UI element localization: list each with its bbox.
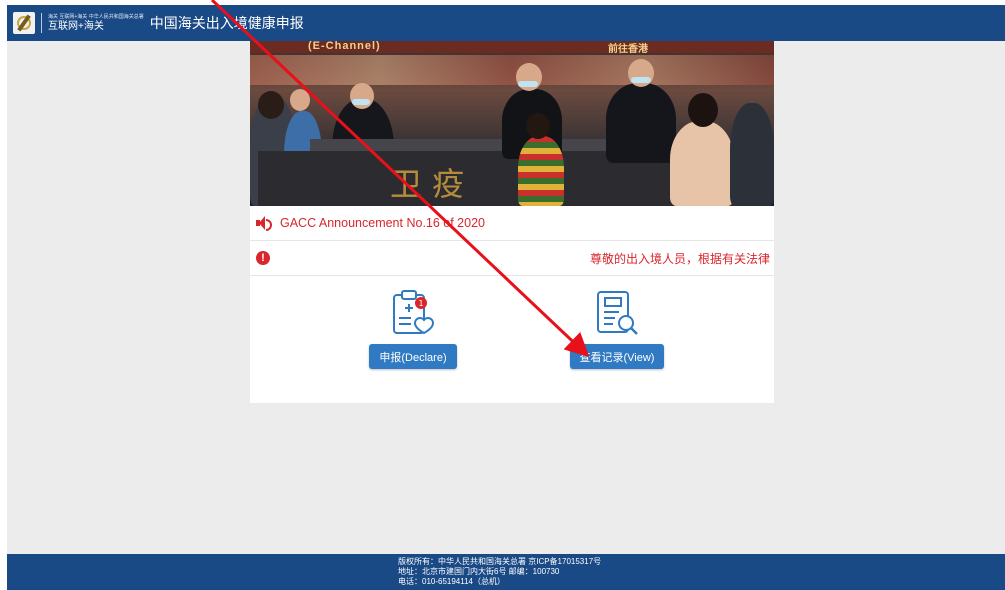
banner-head [290, 89, 310, 111]
banner-head [350, 83, 374, 109]
banner-emblem-text: 卫 疫 [390, 165, 465, 203]
banner-mask [352, 99, 370, 105]
declare-action: 1 申报(Declare) [353, 288, 473, 369]
announcement-link[interactable]: GACC Announcement No.16 of 2020 [280, 216, 485, 230]
footer-phone: 电话：010-65194114（总机） [398, 577, 506, 586]
page-title: 中国海关出入境健康申报 [149, 15, 304, 31]
logo-sub-text: 互联网+海关 [48, 21, 104, 32]
banner-person [518, 136, 564, 206]
notice-bar: ! 尊敬的出入境人员，根据有关法律 [250, 241, 774, 276]
banner-mask [631, 77, 651, 83]
speaker-icon [256, 216, 272, 231]
logo-divider [41, 13, 42, 33]
footer: 版权所有：中华人民共和国海关总署 京ICP备17015317号 地址：北京市建国… [7, 554, 1005, 590]
banner-sign-text: (E-Channel) [308, 41, 381, 52]
customs-emblem-icon [13, 12, 35, 34]
footer-copyright: 版权所有：中华人民共和国海关总署 京ICP备17015317号 [398, 557, 602, 566]
banner-person [670, 121, 734, 206]
banner-image: (E-Channel) 前往香港 卫 疫 [250, 41, 774, 206]
health-declare-icon: 1 [393, 290, 435, 335]
view-action: 查看记录(View) [557, 288, 677, 369]
banner-mask [518, 81, 538, 87]
svg-text:1: 1 [418, 299, 423, 308]
logo-small-text: 海关 互联网+海关 中华人民共和国海关总署 [48, 14, 144, 20]
footer-address: 地址：北京市建国门内大街6号 邮编：100730 [398, 567, 560, 576]
scrolling-notice-text: 尊敬的出入境人员，根据有关法律 [589, 251, 770, 266]
declare-button[interactable]: 申报(Declare) [369, 344, 457, 369]
banner-head [258, 91, 284, 119]
banner-head [526, 113, 550, 139]
banner-person [606, 83, 676, 163]
banner-person [730, 103, 774, 206]
action-panel: 1 申报(Declare) 查看记录(View) [250, 276, 774, 403]
alert-icon: ! [256, 251, 270, 265]
banner-head [688, 93, 718, 127]
page: 海关 互联网+海关 中华人民共和国海关总署 互联网+海关 中国海关出入境健康申报… [7, 5, 1005, 590]
announcement-bar[interactable]: GACC Announcement No.16 of 2020 [250, 206, 774, 241]
banner-shops [250, 55, 774, 85]
top-header: 海关 互联网+海关 中华人民共和国海关总署 互联网+海关 中国海关出入境健康申报 [7, 5, 1005, 41]
logo: 海关 互联网+海关 中华人民共和国海关总署 互联网+海关 [48, 14, 144, 32]
view-record-icon [597, 291, 638, 335]
view-button[interactable]: 查看记录(View) [569, 344, 665, 369]
banner-sign-right: 前往香港 [608, 44, 648, 55]
main-card: (E-Channel) 前往香港 卫 疫 GACC Announcement N… [250, 41, 774, 403]
